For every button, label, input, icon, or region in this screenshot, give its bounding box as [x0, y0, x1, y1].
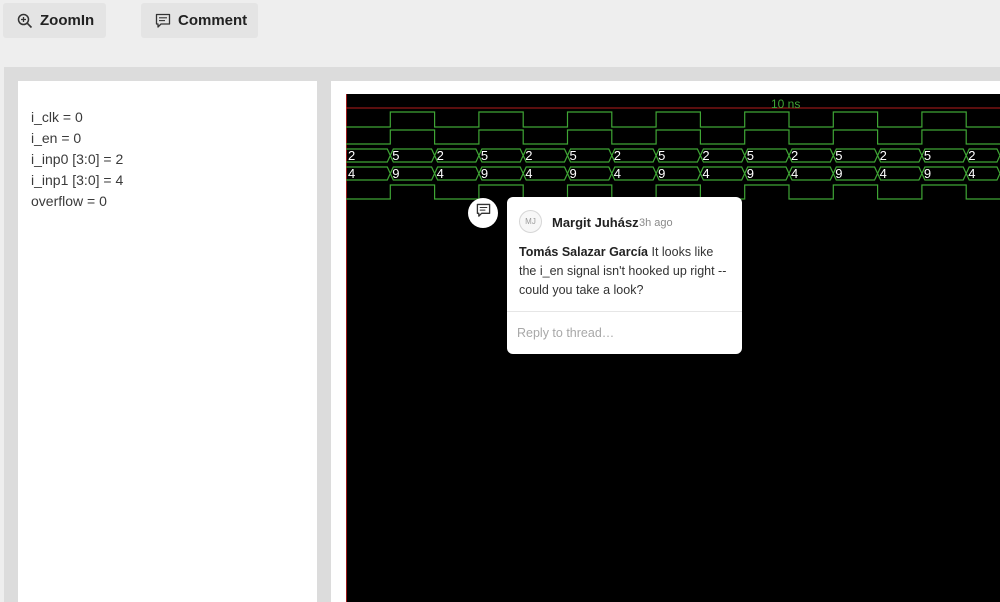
signal-overflow[interactable]: overflow = 0 — [31, 193, 107, 210]
bus-value-label: 5 — [570, 148, 577, 163]
zoom-in-button[interactable]: ZoomIn — [3, 3, 106, 38]
bus-value-label: 9 — [747, 166, 754, 181]
trace-i-clk — [346, 111, 1000, 128]
divider — [507, 311, 742, 312]
zoom-in-label: ZoomIn — [40, 12, 95, 29]
bus-value-label: 2 — [437, 148, 444, 163]
bus-value-label: 4 — [880, 166, 887, 181]
bus-value-label: 9 — [392, 166, 399, 181]
zoom-in-icon — [17, 13, 33, 29]
bus-value-label: 5 — [392, 148, 399, 163]
bus-value-label: 4 — [614, 166, 621, 181]
signal-i-inp0[interactable]: i_inp0 [3:0] = 2 — [31, 151, 123, 168]
comment-body: Tomás Salazar García It looks like the i… — [519, 243, 734, 300]
comment-thread-card: MJ Margit Juhász 3h ago Tomás Salazar Ga… — [507, 197, 742, 354]
bus-value-label: 2 — [880, 148, 887, 163]
signal-i-en[interactable]: i_en = 0 — [31, 130, 81, 147]
time-marker-label: 10 ns — [771, 97, 800, 111]
bus-value-label: 4 — [348, 166, 355, 181]
bus-value-label: 5 — [835, 148, 842, 163]
bus-value-label: 4 — [702, 166, 709, 181]
comment-author: Margit Juhász — [552, 215, 639, 230]
bus-value-label: 5 — [658, 148, 665, 163]
trace-i-inp1 — [346, 166, 1000, 181]
bus-value-label: 4 — [437, 166, 444, 181]
bus-value-label: 4 — [791, 166, 798, 181]
bus-value-label: 4 — [968, 166, 975, 181]
bus-value-label: 9 — [924, 166, 931, 181]
bus-value-label: 2 — [702, 148, 709, 163]
bus-value-label: 2 — [968, 148, 975, 163]
comment-icon — [155, 13, 171, 29]
bus-value-label: 9 — [570, 166, 577, 181]
comment-marker-icon — [476, 203, 491, 223]
bus-value-label: 4 — [525, 166, 532, 181]
bus-value-label: 9 — [835, 166, 842, 181]
comment-mention[interactable]: Tomás Salazar García — [519, 245, 648, 259]
toolbar: ZoomIn Comment — [0, 0, 1000, 52]
bus-value-label: 5 — [481, 148, 488, 163]
comment-timestamp: 3h ago — [639, 217, 673, 229]
bus-value-label: 5 — [747, 148, 754, 163]
bus-labels-i-inp1: 4 9 4 9 4 9 4 9 4 9 4 9 4 9 4 — [348, 166, 975, 181]
bus-value-label: 2 — [348, 148, 355, 163]
signal-i-clk[interactable]: i_clk = 0 — [31, 109, 83, 126]
bus-value-label: 5 — [924, 148, 931, 163]
reply-input[interactable] — [517, 323, 732, 343]
bus-value-label: 9 — [658, 166, 665, 181]
trace-i-inp0 — [346, 148, 1000, 163]
bus-labels-i-inp0: 2 5 2 5 2 5 2 5 2 5 2 5 2 5 2 — [348, 148, 975, 163]
avatar: MJ — [519, 210, 542, 233]
comment-button[interactable]: Comment — [141, 3, 258, 38]
bus-value-label: 2 — [791, 148, 798, 163]
trace-i-en — [346, 129, 1000, 145]
signals-panel: i_clk = 0 i_en = 0 i_inp0 [3:0] = 2 i_in… — [18, 81, 317, 602]
comment-label: Comment — [178, 12, 248, 29]
bus-value-label: 2 — [525, 148, 532, 163]
signal-i-inp1[interactable]: i_inp1 [3:0] = 4 — [31, 172, 123, 189]
bus-value-label: 2 — [614, 148, 621, 163]
bus-value-label: 9 — [481, 166, 488, 181]
comment-marker[interactable] — [468, 198, 498, 228]
